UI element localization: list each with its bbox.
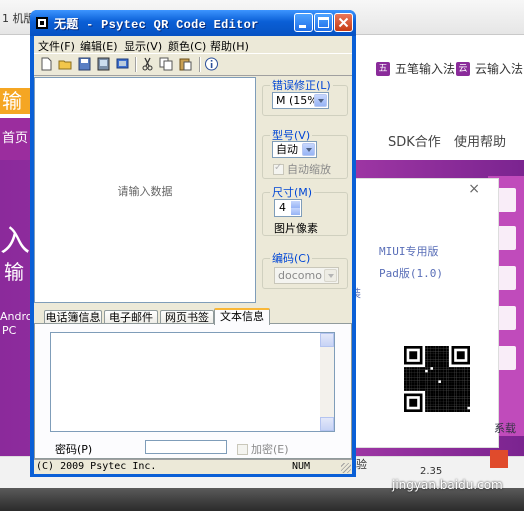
tab-email[interactable]: 电子邮件 <box>104 310 158 324</box>
cloud-ime-link[interactable]: 云 云输入法 <box>456 60 523 77</box>
encoding-select[interactable]: docomo <box>274 267 339 284</box>
menu-edit[interactable]: 编辑(E) <box>80 38 118 54</box>
menu-file[interactable]: 文件(F) <box>38 38 75 54</box>
wubi-ime-link[interactable]: 五 五笔输入法 <box>376 60 455 77</box>
tab-text[interactable]: 文本信息 <box>214 308 270 325</box>
cloud-icon: 云 <box>456 61 470 76</box>
title-bar[interactable]: 无题 - Psytec QR Code Editor <box>30 10 356 36</box>
watermark: jingyan.baidu.com <box>392 478 503 492</box>
spin-up-icon[interactable] <box>291 201 300 208</box>
status-num: NUM <box>292 461 311 472</box>
close-icon <box>338 17 349 28</box>
open-folder-icon[interactable] <box>58 57 73 71</box>
spin-down-icon[interactable] <box>291 208 300 215</box>
status-copyright: (C) 2009 Psytec Inc. <box>36 461 157 472</box>
password-input[interactable] <box>145 440 227 454</box>
menu-help[interactable]: 帮助(H) <box>210 38 249 54</box>
menu-color[interactable]: 颜色(C) <box>168 38 206 54</box>
menu-view[interactable]: 显示(V) <box>124 38 162 54</box>
nav-help[interactable]: 使用帮助 <box>454 131 506 150</box>
red-badge-icon[interactable] <box>490 450 508 468</box>
encrypt-checkbox[interactable]: 加密(E) <box>237 441 289 457</box>
copy-icon[interactable] <box>159 57 174 71</box>
side-app-icon[interactable] <box>496 188 516 212</box>
model-select[interactable]: 自动 <box>272 141 317 158</box>
wubi-icon: 五 <box>376 61 390 76</box>
qr-editor-window: 无题 - Psytec QR Code Editor 文件(F) 编辑(E) 显… <box>30 10 356 477</box>
side-phone-icon[interactable] <box>496 306 516 330</box>
scroll-down-icon[interactable] <box>320 417 334 431</box>
chevron-down-icon <box>324 269 337 282</box>
error-correction-select[interactable]: M (15%) <box>272 92 329 109</box>
toolbar <box>34 53 352 76</box>
scroll-up-icon[interactable] <box>320 333 334 347</box>
encrypt-label: 加密(E) <box>251 443 289 456</box>
pad-link[interactable]: Pad版(1.0) <box>379 265 443 281</box>
window-title: 无题 - Psytec QR Code Editor <box>54 18 259 32</box>
print-icon[interactable] <box>115 57 130 71</box>
error-correction-label: 错误修正(L) <box>270 77 333 93</box>
checkbox-box <box>237 443 248 455</box>
qr-preview-area[interactable]: 请输入数据 <box>34 77 256 303</box>
side-partial-text: 系载 <box>494 422 516 435</box>
side-tablet-icon[interactable] <box>496 346 516 370</box>
close-button[interactable] <box>334 13 353 32</box>
preview-placeholder: 请输入数据 <box>117 185 173 198</box>
tab-phonebook[interactable]: 电话簿信息 <box>44 310 102 324</box>
menu-bar: 文件(F) 编辑(E) 显示(V) 颜色(C) 帮助(H) <box>34 36 352 53</box>
checkbox-box <box>273 162 284 175</box>
size-label: 尺寸(M) <box>270 184 315 200</box>
toolbar-separator <box>199 57 201 72</box>
bottom-partial-text: 验 <box>356 458 367 471</box>
minimize-button[interactable] <box>294 13 313 32</box>
cut-icon[interactable] <box>140 57 155 71</box>
paste-icon[interactable] <box>178 57 193 71</box>
tab-panel-text: 密码(P) 加密(E) <box>34 323 352 459</box>
hero-text-pc: PC <box>2 324 17 337</box>
auto-scale-label: 自动缩放 <box>287 163 331 176</box>
side-android-icon[interactable] <box>496 266 516 290</box>
side-apple-icon[interactable] <box>496 226 516 250</box>
hero-text-2: 输 <box>4 260 24 284</box>
toolbar-separator <box>135 57 137 72</box>
tab-bookmark[interactable]: 网页书签 <box>160 310 214 324</box>
new-file-icon[interactable] <box>39 57 54 71</box>
resize-grip-icon[interactable] <box>341 463 351 473</box>
bottom-partial-value: 2.35 <box>420 466 443 477</box>
wubi-ime-label: 五笔输入法 <box>395 62 456 76</box>
qr-code-image <box>404 346 470 412</box>
maximize-button[interactable] <box>314 13 333 32</box>
text-data-input[interactable] <box>50 332 335 432</box>
encoding-label: 编码(C) <box>270 250 313 266</box>
about-info-icon[interactable] <box>204 57 219 71</box>
password-label: 密码(P) <box>55 443 93 456</box>
cloud-ime-label: 云输入法 <box>475 62 524 76</box>
app-icon <box>36 17 48 29</box>
chevron-down-icon <box>302 143 315 156</box>
vertical-scrollbar[interactable] <box>320 333 334 431</box>
window-client: 文件(F) 编辑(E) 显示(V) 颜色(C) 帮助(H) 请输入数据 错误修正… <box>34 36 352 474</box>
chevron-down-icon <box>314 94 327 107</box>
save-icon[interactable] <box>77 57 92 71</box>
nav-sdk[interactable]: SDK合作 <box>388 131 441 150</box>
status-bar: (C) 2009 Psytec Inc. NUM <box>34 459 352 474</box>
miui-link[interactable]: MIUI专用版 <box>379 243 439 259</box>
size-spinner[interactable]: 4 <box>274 199 302 217</box>
panel-close-icon[interactable]: × <box>468 181 480 197</box>
hero-text-1: 入 <box>0 224 30 259</box>
tab-strip: 电话簿信息 电子邮件 网页书签 文本信息 <box>34 308 352 325</box>
size-unit: 图片像素 <box>274 222 318 235</box>
auto-scale-checkbox[interactable]: 自动缩放 <box>273 161 331 177</box>
save-image-icon[interactable] <box>96 57 111 71</box>
